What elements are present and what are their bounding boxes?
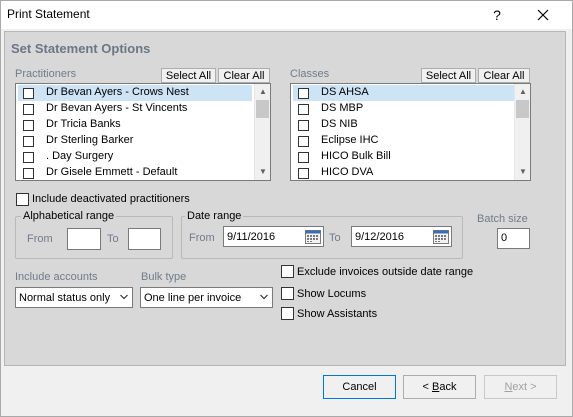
date-to-label: To <box>329 232 341 244</box>
scroll-down-icon[interactable]: ▼ <box>258 166 268 178</box>
scroll-thumb[interactable] <box>256 100 269 118</box>
list-item-checkbox[interactable] <box>23 88 34 99</box>
list-item-checkbox[interactable] <box>298 88 309 99</box>
batch-size-input[interactable]: 0 <box>497 228 530 249</box>
list-item[interactable]: Dr Gisele Emmett - Default <box>18 165 252 180</box>
classes-scrollbar[interactable]: ▲ ▼ <box>514 84 530 180</box>
options-panel: Set Statement Options Practitioners Sele… <box>4 31 566 366</box>
scroll-up-icon[interactable]: ▲ <box>258 86 268 98</box>
list-item-label: Dr Sterling Barker <box>46 134 134 146</box>
alpha-from-label: From <box>27 233 53 245</box>
list-item-checkbox[interactable] <box>23 136 34 147</box>
list-item[interactable]: Dr Sterling Barker <box>18 133 252 149</box>
list-item-checkbox[interactable] <box>23 120 34 131</box>
bulk-type-value: One line per invoice <box>144 292 242 304</box>
list-item[interactable]: DS AHSA <box>293 85 514 101</box>
include-deactivated-label: Include deactivated practitioners <box>32 193 190 205</box>
list-item-label: Dr Tricia Banks <box>46 118 121 130</box>
practitioners-scrollbar[interactable]: ▲ ▼ <box>254 84 270 180</box>
list-item[interactable]: DS NIB <box>293 117 514 133</box>
page-title: Set Statement Options <box>11 41 151 56</box>
scroll-up-icon[interactable]: ▲ <box>518 86 528 98</box>
list-item-checkbox[interactable] <box>23 152 34 163</box>
next-button-label: ext > <box>512 381 537 393</box>
include-deactivated-checkbox[interactable] <box>16 193 29 206</box>
list-item-checkbox[interactable] <box>298 152 309 163</box>
classes-label: Classes <box>290 68 330 80</box>
list-item-label: Dr Bevan Ayers - St Vincents <box>46 102 188 114</box>
show-assistants-label: Show Assistants <box>297 308 378 320</box>
include-accounts-value: Normal status only <box>19 292 111 304</box>
list-item-checkbox[interactable] <box>298 104 309 115</box>
list-item-checkbox[interactable] <box>298 120 309 131</box>
list-item-checkbox[interactable] <box>23 168 34 179</box>
back-button[interactable]: < Back <box>403 375 476 399</box>
list-item-label: Eclipse IHC <box>321 134 379 146</box>
alpha-to-input[interactable] <box>128 228 161 250</box>
list-item[interactable]: Dr Bevan Ayers - St Vincents <box>18 101 252 117</box>
list-item-checkbox[interactable] <box>298 136 309 147</box>
date-from-input[interactable]: 9/11/2016 <box>223 226 324 247</box>
alphabetical-range-title: Alphabetical range <box>21 210 117 222</box>
cancel-button[interactable]: Cancel <box>323 375 396 399</box>
practitioners-label: Practitioners <box>15 68 77 80</box>
date-to-input[interactable]: 9/12/2016 <box>351 226 452 247</box>
help-button[interactable]: ? <box>483 5 511 25</box>
calendar-icon[interactable] <box>433 229 449 244</box>
list-item[interactable]: DS MBP <box>293 101 514 117</box>
classes-select-all-button[interactable]: Select All <box>421 68 476 83</box>
bulk-type-select[interactable]: One line per invoice <box>140 287 273 308</box>
chevron-down-icon <box>120 294 128 300</box>
list-item-label: HICO DVA <box>321 166 374 178</box>
back-button-prefix: < <box>422 381 432 393</box>
list-item[interactable]: Dr Tricia Banks <box>18 117 252 133</box>
date-to-value: 9/12/2016 <box>355 231 404 243</box>
title-bar: Print Statement ? <box>1 1 572 29</box>
include-accounts-label: Include accounts <box>15 271 98 283</box>
chevron-down-icon <box>260 294 268 300</box>
next-button[interactable]: Next > <box>484 375 557 399</box>
list-item-label: DS AHSA <box>321 86 369 98</box>
practitioners-select-all-button[interactable]: Select All <box>161 68 216 83</box>
list-item[interactable]: Dr Bevan Ayers - Crows Nest <box>18 85 252 101</box>
scroll-thumb[interactable] <box>516 100 529 118</box>
list-item-label: DS NIB <box>321 118 358 130</box>
print-statement-dialog: Print Statement ? Set Statement Options … <box>0 0 573 417</box>
show-assistants-checkbox[interactable] <box>281 307 294 320</box>
close-button[interactable] <box>527 5 559 25</box>
list-item-checkbox[interactable] <box>23 104 34 115</box>
classes-list[interactable]: DS AHSA DS MBP DS NIB Eclipse IHC HICO B… <box>290 83 531 181</box>
list-item-label: HICO Bulk Bill <box>321 150 391 162</box>
exclude-invoices-checkbox[interactable] <box>281 265 294 278</box>
show-locums-label: Show Locums <box>297 288 367 300</box>
exclude-invoices-label: Exclude invoices outside date range <box>297 266 474 278</box>
alpha-from-input[interactable] <box>67 228 101 250</box>
date-from-label: From <box>189 232 215 244</box>
list-item-label: Dr Bevan Ayers - Crows Nest <box>46 86 189 98</box>
list-item[interactable]: HICO Bulk Bill <box>293 149 514 165</box>
close-icon <box>537 9 549 21</box>
batch-size-label: Batch size <box>477 213 528 225</box>
list-item[interactable]: HICO DVA <box>293 165 514 180</box>
list-item-label: . Day Surgery <box>46 150 114 162</box>
calendar-icon[interactable] <box>305 229 321 244</box>
practitioners-list[interactable]: Dr Bevan Ayers - Crows Nest Dr Bevan Aye… <box>15 83 271 181</box>
scroll-down-icon[interactable]: ▼ <box>518 166 528 178</box>
list-item[interactable]: Eclipse IHC <box>293 133 514 149</box>
back-button-label: ack <box>439 381 457 393</box>
list-item[interactable]: . Day Surgery <box>18 149 252 165</box>
show-locums-checkbox[interactable] <box>281 287 294 300</box>
bulk-type-label: Bulk type <box>141 271 187 283</box>
date-from-value: 9/11/2016 <box>227 231 276 243</box>
practitioners-clear-all-button[interactable]: Clear All <box>218 68 270 83</box>
date-range-title: Date range <box>185 210 244 222</box>
list-item-label: DS MBP <box>321 102 364 114</box>
include-accounts-select[interactable]: Normal status only <box>15 287 133 308</box>
list-item-checkbox[interactable] <box>298 168 309 179</box>
window-title: Print Statement <box>7 7 90 21</box>
list-item-label: Dr Gisele Emmett - Default <box>46 166 178 178</box>
alpha-to-label: To <box>107 233 119 245</box>
classes-clear-all-button[interactable]: Clear All <box>478 68 530 83</box>
